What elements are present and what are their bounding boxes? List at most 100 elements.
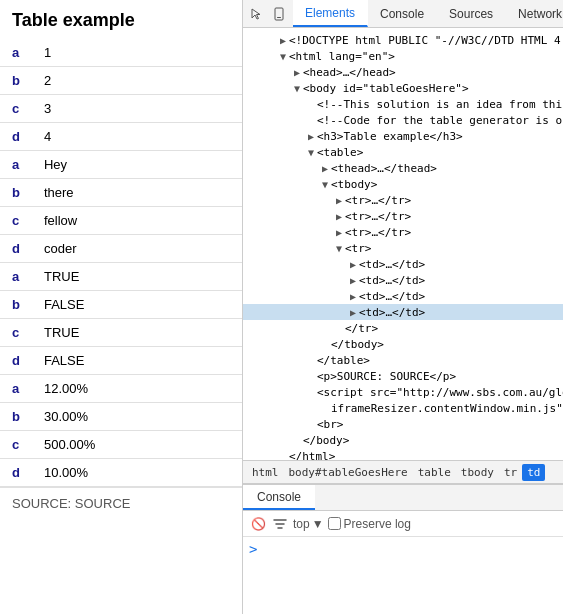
source-line[interactable]: <tr> xyxy=(243,240,563,256)
row-value: TRUE xyxy=(32,319,242,347)
source-line[interactable]: <body id="tableGoesHere"> xyxy=(243,80,563,96)
source-line[interactable]: <script src="http://www.sbs.com.au/globa… xyxy=(243,384,563,400)
source-line[interactable]: <tr>…</tr> xyxy=(243,208,563,224)
breadcrumb-item[interactable]: tbody xyxy=(456,464,499,481)
source-line[interactable]: <!DOCTYPE html PUBLIC "-//W3C//DTD HTML … xyxy=(243,32,563,48)
console-prompt[interactable]: > xyxy=(249,541,257,557)
expand-icon[interactable] xyxy=(347,274,359,286)
source-line[interactable]: <p>SOURCE: SOURCE</p> xyxy=(243,368,563,384)
expand-icon[interactable] xyxy=(305,146,317,158)
source-line[interactable]: <td>…</td> xyxy=(243,304,563,320)
source-line[interactable]: <tr>…</tr> xyxy=(243,192,563,208)
source-line[interactable]: <td>…</td> xyxy=(243,288,563,304)
filter-icon[interactable] xyxy=(271,515,289,533)
row-key: b xyxy=(0,403,32,431)
console-tab-console[interactable]: Console xyxy=(243,485,315,510)
row-value: 500.00% xyxy=(32,431,242,459)
row-key: a xyxy=(0,263,32,291)
expand-icon[interactable] xyxy=(333,242,345,254)
breadcrumb-item[interactable]: td xyxy=(522,464,545,481)
row-value: 1 xyxy=(32,39,242,67)
row-key: d xyxy=(0,235,32,263)
source-line[interactable]: <html lang="en"> xyxy=(243,48,563,64)
devtools-panel: ElementsConsoleSourcesNetwork <!DOCTYPE … xyxy=(243,0,563,614)
source-line[interactable]: </body> xyxy=(243,432,563,448)
console-content[interactable]: > xyxy=(243,537,563,614)
clear-console-icon[interactable]: 🚫 xyxy=(249,515,267,533)
source-line[interactable]: </tbody> xyxy=(243,336,563,352)
expand-icon[interactable] xyxy=(277,50,289,62)
source-code: <td>…</td> xyxy=(359,290,425,303)
breadcrumb-item[interactable]: tr xyxy=(499,464,522,481)
svg-rect-0 xyxy=(275,8,283,20)
expand-icon[interactable] xyxy=(319,162,331,174)
source-line[interactable]: <td>…</td> xyxy=(243,256,563,272)
expand-icon[interactable] xyxy=(333,226,345,238)
source-line[interactable]: iframeResizer.contentWindow.min.js"></sc… xyxy=(243,400,563,416)
row-key: c xyxy=(0,207,32,235)
devtools-tab-sources[interactable]: Sources xyxy=(437,0,506,27)
devtools-tab-console[interactable]: Console xyxy=(368,0,437,27)
source-code: <tbody> xyxy=(331,178,377,191)
source-line[interactable]: </html> xyxy=(243,448,563,460)
source-line[interactable]: <!--Code for the table generator is on G… xyxy=(243,112,563,128)
breadcrumb-item[interactable]: html xyxy=(247,464,284,481)
source-line[interactable]: <tbody> xyxy=(243,176,563,192)
expand-icon[interactable] xyxy=(319,178,331,190)
source-line[interactable]: <thead>…</thead> xyxy=(243,160,563,176)
cursor-icon[interactable] xyxy=(247,4,267,24)
expand-icon[interactable] xyxy=(291,82,303,94)
row-value: 3 xyxy=(32,95,242,123)
source-line[interactable]: <head>…</head> xyxy=(243,64,563,80)
expand-icon[interactable] xyxy=(291,66,303,78)
expand-icon[interactable] xyxy=(347,306,359,318)
table-row: b2 xyxy=(0,67,242,95)
row-key: c xyxy=(0,319,32,347)
preserve-log-label: Preserve log xyxy=(344,517,411,531)
source-line[interactable]: <h3>Table example</h3> xyxy=(243,128,563,144)
source-code: <br> xyxy=(317,418,344,431)
breadcrumb-item[interactable]: table xyxy=(413,464,456,481)
expand-icon[interactable] xyxy=(347,258,359,270)
top-select[interactable]: top ▼ xyxy=(293,517,324,531)
table-row: c500.00% xyxy=(0,431,242,459)
source-line[interactable]: </tr> xyxy=(243,320,563,336)
mobile-icon[interactable] xyxy=(269,4,289,24)
devtools-tab-elements[interactable]: Elements xyxy=(293,0,368,27)
row-key: d xyxy=(0,123,32,151)
source-line[interactable]: </table> xyxy=(243,352,563,368)
source-code: <!--Code for the table generator is on G… xyxy=(317,114,563,127)
source-code: <html lang="en"> xyxy=(289,50,395,63)
source-code: iframeResizer.contentWindow.min.js"></sc… xyxy=(331,402,563,415)
table-row: cTRUE xyxy=(0,319,242,347)
source-line[interactable]: <td>…</td> xyxy=(243,272,563,288)
source-code: </tbody> xyxy=(331,338,384,351)
expand-icon[interactable] xyxy=(347,290,359,302)
expand-icon[interactable] xyxy=(333,210,345,222)
html-source[interactable]: <!DOCTYPE html PUBLIC "-//W3C//DTD HTML … xyxy=(243,28,563,460)
table-row: dcoder xyxy=(0,235,242,263)
expand-icon[interactable] xyxy=(277,34,289,46)
dropdown-arrow-icon: ▼ xyxy=(312,517,324,531)
preserve-log-checkbox[interactable] xyxy=(328,517,341,530)
row-key: a xyxy=(0,151,32,179)
breadcrumb-item[interactable]: body#tableGoesHere xyxy=(284,464,413,481)
devtools-tab-network[interactable]: Network xyxy=(506,0,563,27)
expand-icon[interactable] xyxy=(305,130,317,142)
left-panel: Table example a1b2c3d4aHeybtherecfellowd… xyxy=(0,0,243,614)
table-row: c3 xyxy=(0,95,242,123)
source-line[interactable]: <tr>…</tr> xyxy=(243,224,563,240)
source-line[interactable]: <br> xyxy=(243,416,563,432)
row-value: 30.00% xyxy=(32,403,242,431)
source-line[interactable]: <!--This solution is an idea from this b… xyxy=(243,96,563,112)
row-value: TRUE xyxy=(32,263,242,291)
preserve-log-toggle[interactable]: Preserve log xyxy=(328,517,411,531)
source-code: <head>…</head> xyxy=(303,66,396,79)
tool-icons xyxy=(243,4,293,24)
content-table: a1b2c3d4aHeybtherecfellowdcoderaTRUEbFAL… xyxy=(0,39,242,487)
table-row: a1 xyxy=(0,39,242,67)
expand-icon[interactable] xyxy=(333,194,345,206)
source-code: <tr> xyxy=(345,242,372,255)
source-line[interactable]: <table> xyxy=(243,144,563,160)
source-code: <!DOCTYPE html PUBLIC "-//W3C//DTD HTML … xyxy=(289,34,563,47)
